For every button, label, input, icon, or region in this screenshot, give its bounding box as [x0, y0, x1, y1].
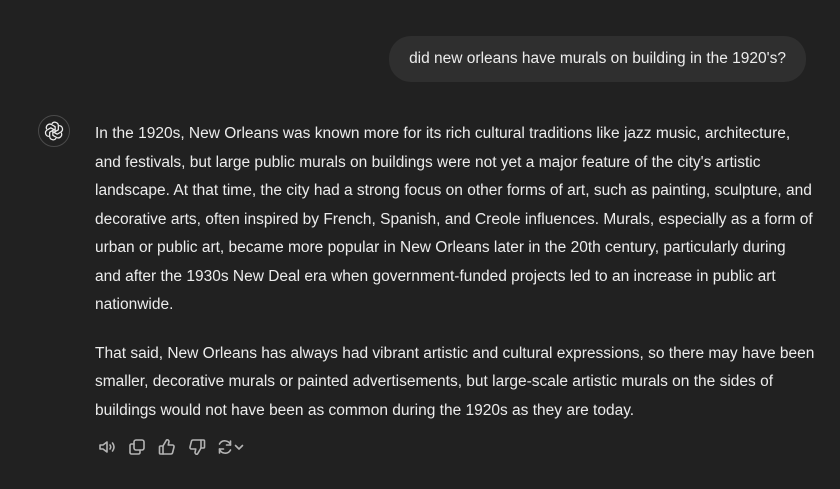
user-message-bubble: did new orleans have murals on building …	[389, 36, 806, 82]
thumbs-up-icon	[158, 439, 175, 455]
regenerate-icon	[218, 440, 232, 454]
bad-response-button[interactable]	[185, 436, 209, 458]
thumbs-down-icon	[189, 439, 206, 455]
regenerate-button[interactable]	[215, 436, 245, 458]
read-aloud-button[interactable]	[95, 436, 119, 458]
copy-button[interactable]	[125, 436, 149, 458]
user-message-text: did new orleans have murals on building …	[409, 50, 786, 67]
assistant-message: In the 1920s, New Orleans was known more…	[95, 120, 815, 445]
openai-logo-icon	[44, 121, 64, 141]
chevron-down-icon	[234, 444, 244, 450]
speaker-icon	[99, 441, 115, 453]
good-response-button[interactable]	[155, 436, 179, 458]
copy-icon	[129, 439, 145, 455]
assistant-paragraph: In the 1920s, New Orleans was known more…	[95, 125, 813, 313]
assistant-paragraph: That said, New Orleans has always had vi…	[95, 344, 815, 419]
assistant-avatar	[38, 115, 70, 147]
message-actions-toolbar	[95, 436, 245, 458]
